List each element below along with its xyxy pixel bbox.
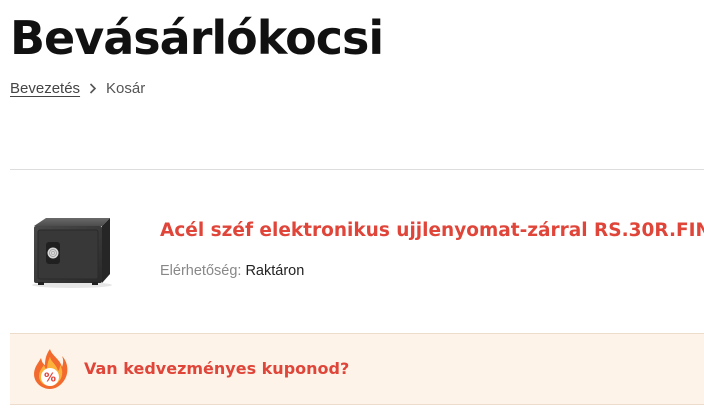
page: Bevásárlókocsi Bevezetés Kosár Acél széf… <box>0 0 704 409</box>
breadcrumb-current: Kosár <box>106 80 146 97</box>
breadcrumb: Bevezetés Kosár <box>10 80 145 97</box>
availability-label: Elérhetőség: <box>160 263 242 279</box>
breadcrumb-link-home[interactable]: Bevezetés <box>10 80 80 97</box>
coupon-text[interactable]: Van kedvezményes kuponod? <box>84 359 349 378</box>
coupon-icon-symbol: % <box>44 371 56 385</box>
page-title: Bevásárlókocsi <box>10 11 384 65</box>
chevron-right-icon <box>80 80 106 97</box>
coupon-toggle[interactable]: % Van kedvezményes kuponod? <box>10 333 704 405</box>
cart-item: Acél széf elektronikus ujjlenyomat-zárra… <box>10 190 704 330</box>
safe-product-image[interactable] <box>18 210 126 290</box>
availability: Elérhetőség: Raktáron <box>160 263 304 279</box>
availability-value: Raktáron <box>245 263 305 279</box>
product-name-link[interactable]: Acél széf elektronikus ujjlenyomat-zárra… <box>160 220 704 241</box>
divider <box>10 169 704 170</box>
fire-percent-icon: % <box>30 348 70 390</box>
